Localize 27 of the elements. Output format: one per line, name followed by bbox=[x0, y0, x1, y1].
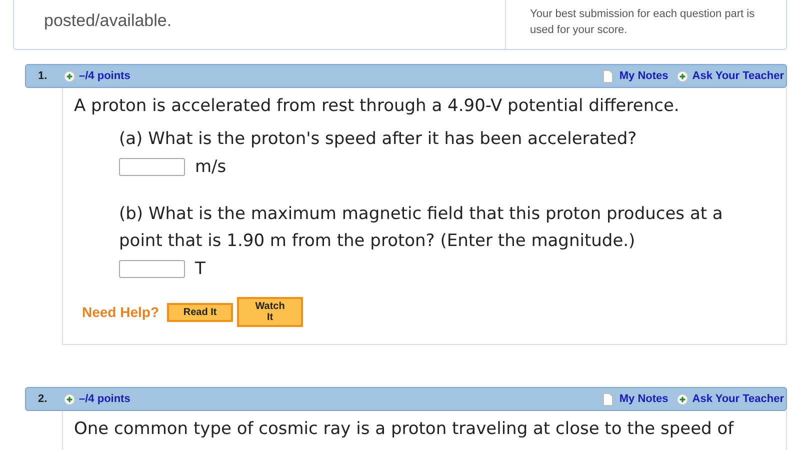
question-number: 1. bbox=[38, 70, 48, 82]
help-label: Need Help? bbox=[82, 304, 160, 320]
plus-icon bbox=[64, 394, 75, 404]
question-text: A proton is accelerated from rest through a 4.90-V potential difference. bbox=[74, 95, 680, 118]
info-note: Your best submission for each question part is used for your score. bbox=[530, 8, 755, 36]
notes-link[interactable]: My Notes bbox=[619, 393, 668, 405]
question-part: (a) What is the proton's speed after it has been accelerated? bbox=[119, 128, 638, 151]
points-link[interactable]: –/4 points bbox=[79, 70, 130, 82]
question-part: (b) What is the maximum magnetic field that this proton produces at a point that is 1.90 m from the proton? (Enter the magnitude.) bbox=[119, 203, 724, 253]
answer-field[interactable] bbox=[119, 158, 185, 176]
help-button[interactable]: Watch It bbox=[237, 297, 304, 327]
plus-icon bbox=[677, 394, 688, 404]
page-icon bbox=[603, 70, 614, 82]
page-icon bbox=[603, 392, 614, 406]
ask-teacher-link[interactable]: Ask Your Teacher bbox=[692, 70, 784, 82]
question-number: 2. bbox=[38, 393, 48, 405]
answer-field[interactable] bbox=[119, 260, 185, 278]
notes-link[interactable]: My Notes bbox=[619, 70, 668, 82]
unit-label: m/s bbox=[195, 157, 226, 177]
plus-icon bbox=[64, 70, 75, 82]
plus-icon bbox=[677, 70, 688, 82]
question-text: One common type of cosmic ray is a proton traveling at close to the speed of bbox=[74, 418, 735, 441]
ask-teacher-link[interactable]: Ask Your Teacher bbox=[692, 393, 784, 405]
unit-label: T bbox=[195, 259, 206, 279]
info-text: posted/available. bbox=[44, 11, 172, 30]
points-link[interactable]: –/4 points bbox=[79, 393, 130, 405]
help-button[interactable]: Read It bbox=[167, 302, 234, 322]
